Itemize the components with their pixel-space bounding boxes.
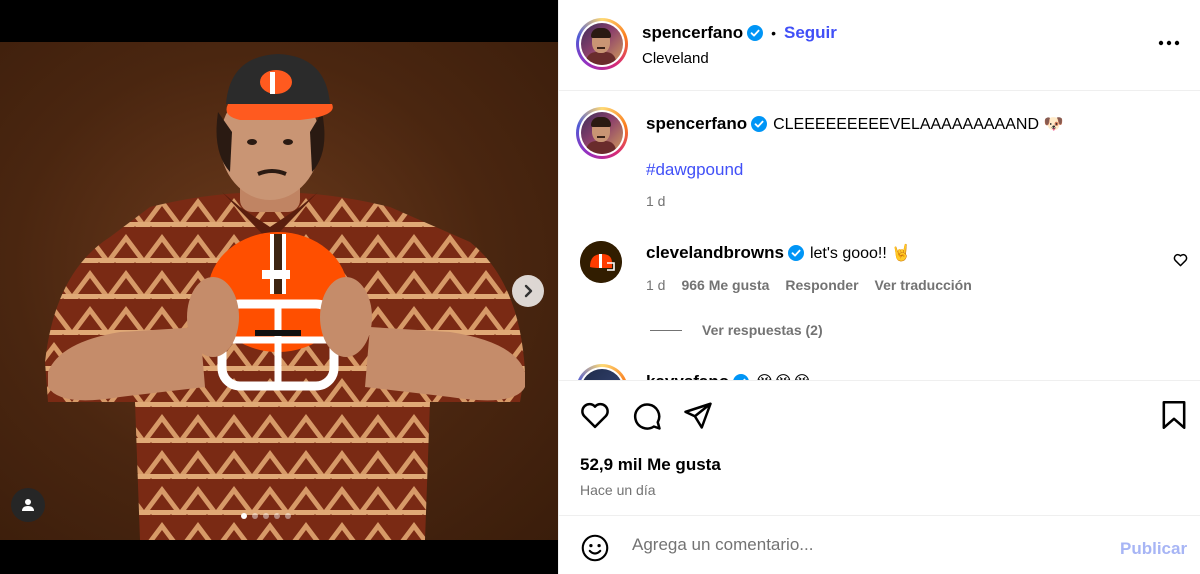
verified-badge-icon (787, 245, 804, 261)
caption-row: spencerfano CLEEEEEEEEEVELAAAAAAAAAND 🐶 (646, 114, 1063, 134)
send-icon (684, 402, 712, 429)
tagged-users-button[interactable] (11, 488, 45, 522)
more-options-button[interactable] (1157, 34, 1181, 52)
comment-row: clevelandbrowns let's gooo!! 🤘 (646, 243, 911, 263)
post-side-panel: spencerfano • Seguir Cleveland spencerfa… (558, 0, 1200, 574)
comment-text: 😭😭😭 (755, 372, 811, 380)
comment-meta: 1 d 966 Me gusta Responder Ver traducció… (646, 277, 972, 293)
translate-button[interactable]: Ver traducción (875, 277, 972, 293)
hashtag-link[interactable]: #dawgpound (646, 160, 743, 180)
header-username[interactable]: spencerfano (642, 23, 743, 43)
comment-username[interactable]: clevelandbrowns (646, 243, 784, 263)
emoji-button[interactable] (581, 534, 609, 567)
follow-button[interactable]: Seguir (784, 23, 837, 43)
post-location[interactable]: Cleveland (642, 50, 709, 67)
comment-age: 1 d (646, 277, 666, 293)
comments-section: spencerfano CLEEEEEEEEEVELAAAAAAAAAND 🐶 … (559, 92, 1200, 380)
user-icon (22, 499, 34, 511)
post-time: Hace un día (580, 482, 656, 498)
carousel-next-button[interactable] (512, 275, 544, 307)
caption-age: 1 d (646, 193, 666, 209)
post-header: spencerfano • Seguir Cleveland (559, 0, 1200, 91)
post-photo[interactable] (0, 42, 558, 540)
verified-badge-icon (751, 116, 768, 132)
comment-text: let's gooo!! 🤘 (809, 245, 912, 262)
smiley-icon (581, 534, 609, 562)
reply-button[interactable]: Responder (785, 277, 858, 293)
comment-likes-link[interactable]: 966 Me gusta (681, 277, 769, 293)
comment-like-button[interactable] (1173, 253, 1188, 272)
chevron-right-icon (524, 284, 533, 298)
header-name-row: spencerfano • Seguir (642, 23, 837, 43)
comment-row: kayysfano 😭😭😭 (646, 372, 811, 380)
view-replies-label: Ver respuestas (2) (702, 322, 823, 338)
comment-composer: Publicar (559, 517, 1200, 574)
carousel-dot (274, 513, 280, 519)
browns-helmet-logo-icon (580, 241, 622, 283)
share-button[interactable] (683, 401, 713, 434)
like-button[interactable] (580, 401, 610, 434)
likes-count[interactable]: 52,9 mil Me gusta (580, 455, 721, 475)
comment-avatar[interactable] (576, 364, 628, 380)
carousel-dot (252, 513, 258, 519)
save-button[interactable] (1161, 401, 1187, 434)
comment-input[interactable] (632, 533, 1092, 557)
publish-button[interactable]: Publicar (1120, 539, 1187, 559)
carousel-dot-active (241, 513, 247, 519)
carousel-dot (285, 513, 291, 519)
caption-username[interactable]: spencerfano (646, 114, 747, 134)
player-illustration (45, 54, 525, 540)
post-media (0, 0, 558, 574)
comment-username[interactable]: kayysfano (646, 372, 729, 380)
carousel-indicator (241, 513, 291, 519)
post-actions: 52,9 mil Me gusta Hace un día (559, 380, 1200, 516)
caption-text: CLEEEEEEEEEVELAAAAAAAAAND 🐶 (773, 116, 1064, 133)
more-horizontal-icon (1158, 40, 1180, 46)
heart-icon (581, 402, 609, 429)
comment-button[interactable] (632, 401, 662, 436)
replies-divider (650, 329, 682, 331)
view-replies-button[interactable]: Ver respuestas (2) (650, 322, 823, 338)
bookmark-icon (1162, 401, 1186, 429)
comment-icon (633, 403, 661, 430)
avatar[interactable] (576, 18, 628, 70)
verified-badge-icon (747, 25, 764, 41)
comment-avatar[interactable] (580, 241, 622, 283)
heart-icon (1173, 253, 1188, 267)
carousel-dot (263, 513, 269, 519)
header-separator: • (771, 25, 776, 41)
caption-avatar[interactable] (576, 107, 628, 159)
